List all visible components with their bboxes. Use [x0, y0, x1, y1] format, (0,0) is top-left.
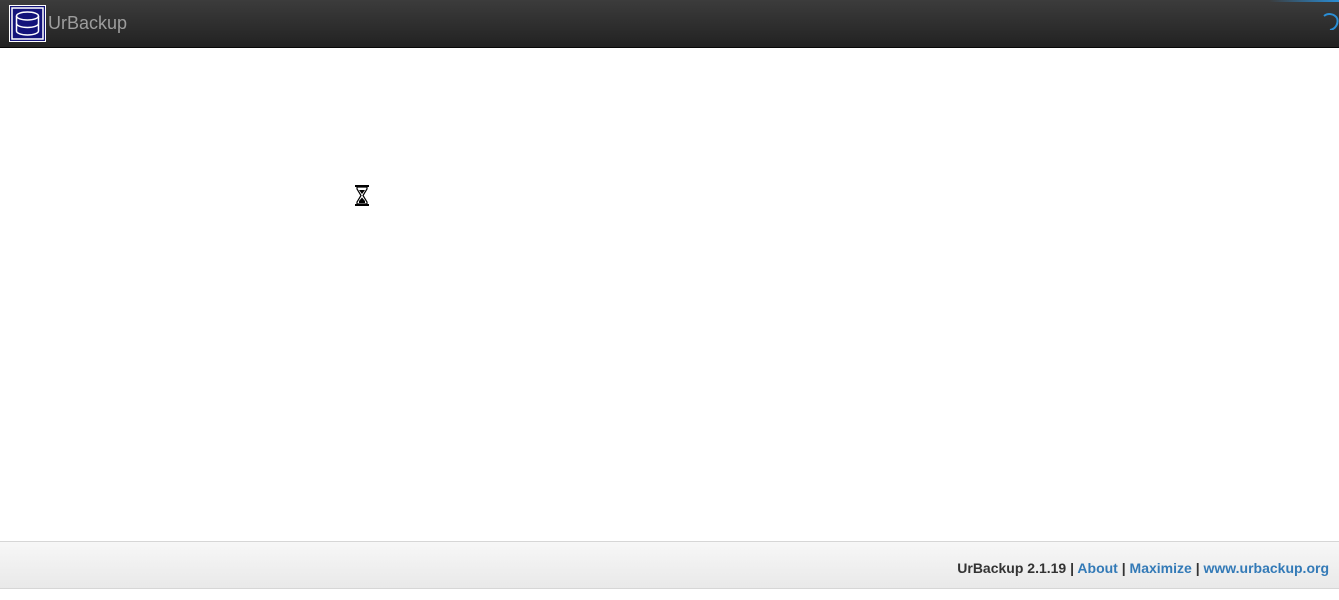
about-link[interactable]: About — [1077, 560, 1117, 576]
spinner-icon — [1321, 12, 1339, 30]
database-icon — [9, 4, 46, 42]
top-navbar: UrBackup — [0, 0, 1339, 48]
progress-line — [1269, 0, 1339, 2]
hourglass-icon — [354, 184, 370, 207]
footer-bar: UrBackup 2.1.19 | About | Maximize | www… — [0, 541, 1339, 589]
brand-link[interactable]: UrBackup — [9, 3, 127, 43]
separator: | — [1195, 560, 1200, 576]
separator: | — [1070, 560, 1075, 576]
main-content — [0, 48, 1339, 541]
maximize-link[interactable]: Maximize — [1130, 560, 1192, 576]
brand-title: UrBackup — [48, 13, 128, 33]
version-label: UrBackup 2.1.19 — [957, 560, 1067, 576]
website-link[interactable]: www.urbackup.org — [1204, 560, 1330, 576]
separator: | — [1121, 560, 1126, 576]
footer-info: UrBackup 2.1.19 | About | Maximize | www… — [957, 560, 1329, 576]
